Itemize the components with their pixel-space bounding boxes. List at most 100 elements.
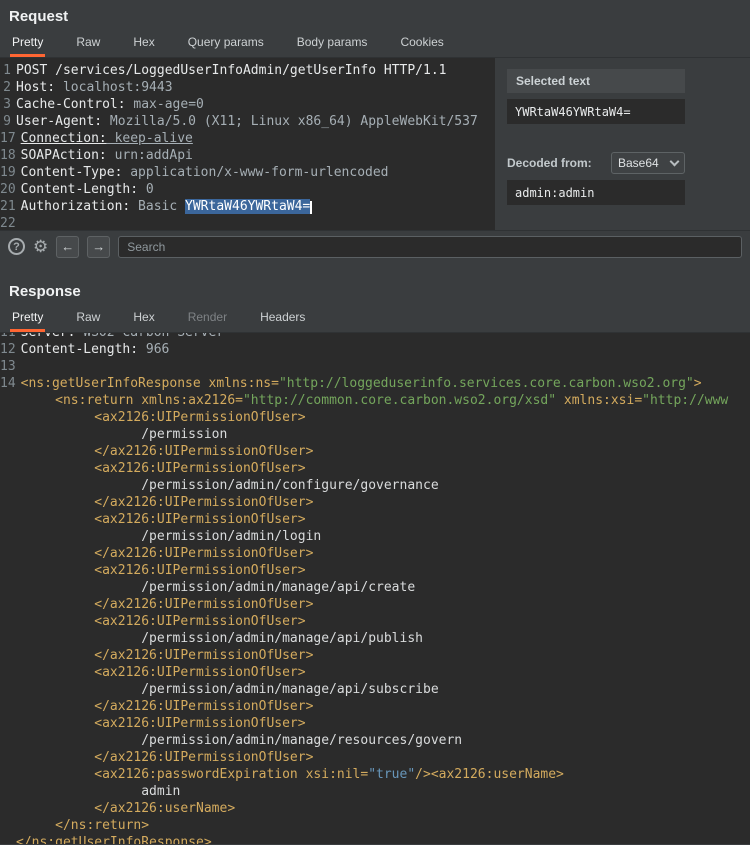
- line-number: 1: [0, 62, 16, 79]
- line-number: [0, 443, 16, 460]
- code-line: 14<ns:getUserInfoResponse xmlns:ns="http…: [0, 375, 750, 392]
- tab-raw[interactable]: Raw: [74, 31, 102, 57]
- code-line: <ax2126:UIPermissionOfUser>: [0, 511, 750, 528]
- line-number: [0, 494, 16, 511]
- line-number: 21: [0, 198, 21, 215]
- tab-pretty[interactable]: Pretty: [10, 31, 45, 57]
- code-line: <ns:return xmlns:ax2126="http://common.c…: [0, 392, 750, 409]
- selected-text-value[interactable]: YWRtaW46YWRtaW4=: [507, 99, 685, 124]
- code-line: <ax2126:UIPermissionOfUser>: [0, 715, 750, 732]
- previous-match-button[interactable]: ←: [56, 236, 79, 258]
- request-editor[interactable]: 1POST /services/LoggedUserInfoAdmin/getU…: [0, 58, 495, 230]
- decoded-from-label: Decoded from:: [507, 156, 592, 170]
- next-match-button[interactable]: →: [87, 236, 110, 258]
- tab-hex[interactable]: Hex: [131, 31, 156, 57]
- line-number: [0, 647, 16, 664]
- code-line: </ax2126:UIPermissionOfUser>: [0, 596, 750, 613]
- line-number: [0, 426, 16, 443]
- line-number: 18: [0, 147, 21, 164]
- line-number: [0, 664, 16, 681]
- gear-icon[interactable]: ⚙: [33, 238, 48, 255]
- code-line: 17Connection: keep-alive: [0, 130, 495, 147]
- line-number: [0, 562, 16, 579]
- response-editor-content: 11Server: WSO2 Carbon Server12Content-Le…: [0, 333, 750, 844]
- line-number: [0, 783, 16, 800]
- code-line: /permission/admin/manage/api/subscribe: [0, 681, 750, 698]
- request-panel: Request PrettyRawHexQuery paramsBody par…: [0, 0, 750, 262]
- code-line: 3Cache-Control: max-age=0: [0, 96, 495, 113]
- code-line: </ax2126:UIPermissionOfUser>: [0, 647, 750, 664]
- tab-headers[interactable]: Headers: [258, 306, 307, 332]
- line-number: 3: [0, 96, 16, 113]
- request-body-row: 1POST /services/LoggedUserInfoAdmin/getU…: [0, 58, 750, 230]
- line-number: [0, 732, 16, 749]
- code-line: 19Content-Type: application/x-www-form-u…: [0, 164, 495, 181]
- search-input[interactable]: [118, 236, 742, 258]
- code-line: 21Authorization: Basic YWRtaW46YWRtaW4=: [0, 198, 495, 215]
- tab-raw[interactable]: Raw: [74, 306, 102, 332]
- code-line: 2Host: localhost:9443: [0, 79, 495, 96]
- code-line: </ax2126:UIPermissionOfUser>: [0, 443, 750, 460]
- line-number: 19: [0, 164, 21, 181]
- line-number: 2: [0, 79, 16, 96]
- tab-body-params[interactable]: Body params: [295, 31, 370, 57]
- tab-hex[interactable]: Hex: [131, 306, 156, 332]
- response-panel: Response Pretty Raw Hex Render Headers 11Ser…: [0, 275, 750, 844]
- code-line: <ax2126:passwordExpiration xsi:nil="true…: [0, 766, 750, 783]
- code-line: </ax2126:UIPermissionOfUser>: [0, 494, 750, 511]
- line-number: [0, 579, 16, 596]
- line-number: 12: [0, 341, 21, 358]
- decoded-from-selected-option: Base64: [618, 156, 659, 170]
- chevron-down-icon: [670, 156, 680, 166]
- code-line: /permission/admin/manage/resources/gover…: [0, 732, 750, 749]
- decoded-value[interactable]: admin:admin: [507, 180, 685, 205]
- line-number: 13: [0, 358, 21, 375]
- line-number: 17: [0, 130, 21, 147]
- code-line: <ax2126:UIPermissionOfUser>: [0, 613, 750, 630]
- line-number: [0, 681, 16, 698]
- code-line: </ns:getUserInfoResponse>: [0, 834, 750, 844]
- code-line: admin: [0, 783, 750, 800]
- code-line: <ax2126:UIPermissionOfUser>: [0, 460, 750, 477]
- code-line: 11Server: WSO2 Carbon Server: [0, 333, 750, 341]
- code-line: </ax2126:UIPermissionOfUser>: [0, 749, 750, 766]
- code-line: <ax2126:UIPermissionOfUser>: [0, 664, 750, 681]
- response-tabs: Pretty Raw Hex Render Headers: [0, 307, 750, 333]
- decoded-from-select[interactable]: Base64: [611, 152, 685, 174]
- code-line: /permission/admin/configure/governance: [0, 477, 750, 494]
- inspector-panel: Selected text YWRtaW46YWRtaW4= Decoded f…: [495, 58, 750, 230]
- line-number: [0, 477, 16, 494]
- line-number: [0, 409, 16, 426]
- selected-text-section-header[interactable]: Selected text: [507, 69, 685, 93]
- code-line: /permission: [0, 426, 750, 443]
- line-number: [0, 630, 16, 647]
- tab-query-params[interactable]: Query params: [186, 31, 266, 57]
- response-title: Response: [0, 275, 750, 307]
- response-editor[interactable]: 11Server: WSO2 Carbon Server12Content-Le…: [0, 333, 750, 844]
- code-line: </ax2126:UIPermissionOfUser>: [0, 545, 750, 562]
- line-number: [0, 715, 16, 732]
- tab-pretty[interactable]: Pretty: [10, 306, 45, 332]
- code-line: /permission/admin/manage/api/publish: [0, 630, 750, 647]
- line-number: [0, 545, 16, 562]
- code-line: 22: [0, 215, 495, 230]
- line-number: [0, 749, 16, 766]
- code-line: 9User-Agent: Mozilla/5.0 (X11; Linux x86…: [0, 113, 495, 130]
- tab-cookies[interactable]: Cookies: [398, 31, 445, 57]
- line-number: 20: [0, 181, 21, 198]
- code-line: </ns:return>: [0, 817, 750, 834]
- help-icon[interactable]: ?: [8, 238, 25, 255]
- code-line: 12Content-Length: 966: [0, 341, 750, 358]
- line-number: [0, 817, 16, 834]
- line-number: [0, 834, 16, 844]
- line-number: 9: [0, 113, 16, 130]
- line-number: [0, 698, 16, 715]
- line-number: [0, 511, 16, 528]
- code-line: /permission/admin/manage/api/create: [0, 579, 750, 596]
- line-number: [0, 596, 16, 613]
- line-number: [0, 528, 16, 545]
- code-line: /permission/admin/login: [0, 528, 750, 545]
- tab-render: Render: [186, 306, 229, 332]
- request-tabs: Pretty Raw Hex Query params Body params Cooki…: [0, 32, 750, 58]
- line-number: [0, 392, 16, 409]
